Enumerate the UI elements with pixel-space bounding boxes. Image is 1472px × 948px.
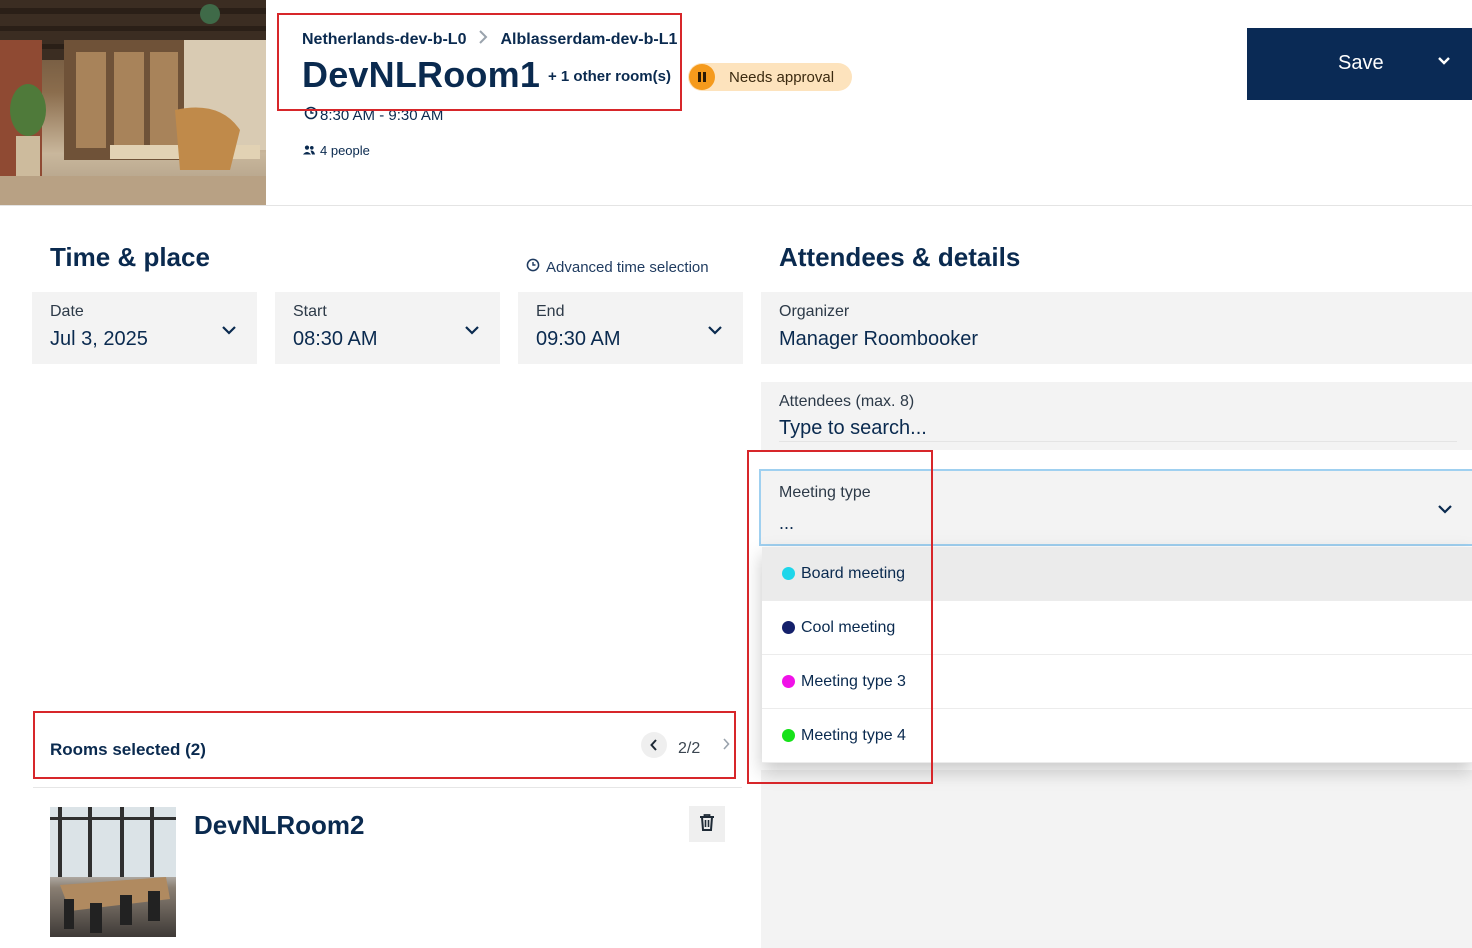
rooms-divider <box>33 787 742 788</box>
color-dot <box>782 567 795 580</box>
pager-count: 2/2 <box>678 740 701 757</box>
color-dot <box>782 621 795 634</box>
attendees-search-input[interactable] <box>779 416 1457 442</box>
people-icon <box>303 143 320 158</box>
people-count: 4 people <box>303 143 370 158</box>
organizer-field: Organizer Manager Roombooker <box>761 292 1472 364</box>
rooms-selected-label: Rooms selected (2) <box>50 740 206 759</box>
start-value: 08:30 AM <box>293 328 378 350</box>
attendees-field: Attendees (max. 8) <box>761 382 1472 450</box>
save-button-label: Save <box>1338 52 1384 74</box>
chevron-down-icon <box>221 322 237 340</box>
room-card-title: DevNLRoom2 <box>194 810 365 840</box>
pager-next-button[interactable] <box>719 734 733 754</box>
details-panel-bg <box>761 770 1472 948</box>
organizer-value: Manager Roombooker <box>779 328 978 350</box>
date-label: Date <box>50 303 84 320</box>
room-card-photo <box>50 807 176 937</box>
end-time-select[interactable]: End 09:30 AM <box>518 292 743 364</box>
chevron-down-icon <box>464 322 480 340</box>
time-place-title: Time & place <box>50 242 210 272</box>
status-text: Needs approval <box>729 68 835 86</box>
other-rooms-link[interactable]: + 1 other room(s) <box>548 68 671 85</box>
date-value: Jul 3, 2025 <box>50 328 148 350</box>
meeting-type-select[interactable]: Meeting type ... <box>759 469 1472 546</box>
meeting-type-label: Meeting type <box>779 484 871 501</box>
rooms-selected-bar: Rooms selected (2) 2/2 <box>33 712 735 778</box>
delete-room-button[interactable] <box>689 806 725 842</box>
pager-prev-button[interactable] <box>641 732 667 758</box>
meeting-type-option-label: Board meeting <box>801 564 906 582</box>
chevron-down-icon <box>707 322 723 340</box>
meeting-type-option-label: Cool meeting <box>801 618 896 636</box>
breadcrumb-item[interactable]: Alblasserdam-dev-b-L1 <box>500 31 677 49</box>
chevron-down-icon[interactable] <box>1437 54 1451 69</box>
meeting-type-dropdown: Board meeting Cool meeting Meeting type … <box>762 547 1472 763</box>
breadcrumb: Netherlands-dev-b-L0 Alblasserdam-dev-b-… <box>302 30 677 49</box>
color-dot <box>782 675 795 688</box>
room-photo <box>0 0 266 205</box>
advanced-time-link[interactable]: Advanced time selection <box>526 258 709 276</box>
meeting-type-value: ... <box>779 513 795 533</box>
pause-icon <box>689 64 715 90</box>
clock-icon <box>526 258 546 276</box>
meeting-type-option[interactable]: Meeting type 3 <box>762 655 1472 709</box>
time-range-text: 8:30 AM - 9:30 AM <box>320 106 444 124</box>
advanced-time-label: Advanced time selection <box>546 258 709 276</box>
attendees-details-title: Attendees & details <box>779 242 1021 272</box>
meeting-type-option[interactable]: Cool meeting <box>762 601 1472 655</box>
organizer-label: Organizer <box>779 303 850 320</box>
meeting-type-option-label: Meeting type 3 <box>801 672 906 690</box>
people-text: 4 people <box>320 143 370 158</box>
chevron-down-icon <box>1437 501 1453 519</box>
color-dot <box>782 729 795 742</box>
clock-icon <box>304 106 320 124</box>
page-title: DevNLRoom1 <box>302 54 541 95</box>
breadcrumb-item[interactable]: Netherlands-dev-b-L0 <box>302 31 466 49</box>
start-label: Start <box>293 303 327 320</box>
attendees-label: Attendees (max. 8) <box>779 393 915 410</box>
meeting-type-option[interactable]: Board meeting <box>762 547 1472 601</box>
end-label: End <box>536 303 565 320</box>
time-range: 8:30 AM - 9:30 AM <box>304 106 443 124</box>
status-badge: Needs approval <box>688 63 852 91</box>
trash-icon <box>699 813 715 836</box>
meeting-type-option[interactable]: Meeting type 4 <box>762 709 1472 763</box>
date-select[interactable]: Date Jul 3, 2025 <box>32 292 257 364</box>
header-divider <box>0 205 1472 206</box>
chevron-right-icon <box>478 30 488 49</box>
start-time-select[interactable]: Start 08:30 AM <box>275 292 500 364</box>
save-button[interactable]: Save <box>1247 28 1472 100</box>
meeting-type-option-label: Meeting type 4 <box>801 726 906 744</box>
end-value: 09:30 AM <box>536 328 621 350</box>
